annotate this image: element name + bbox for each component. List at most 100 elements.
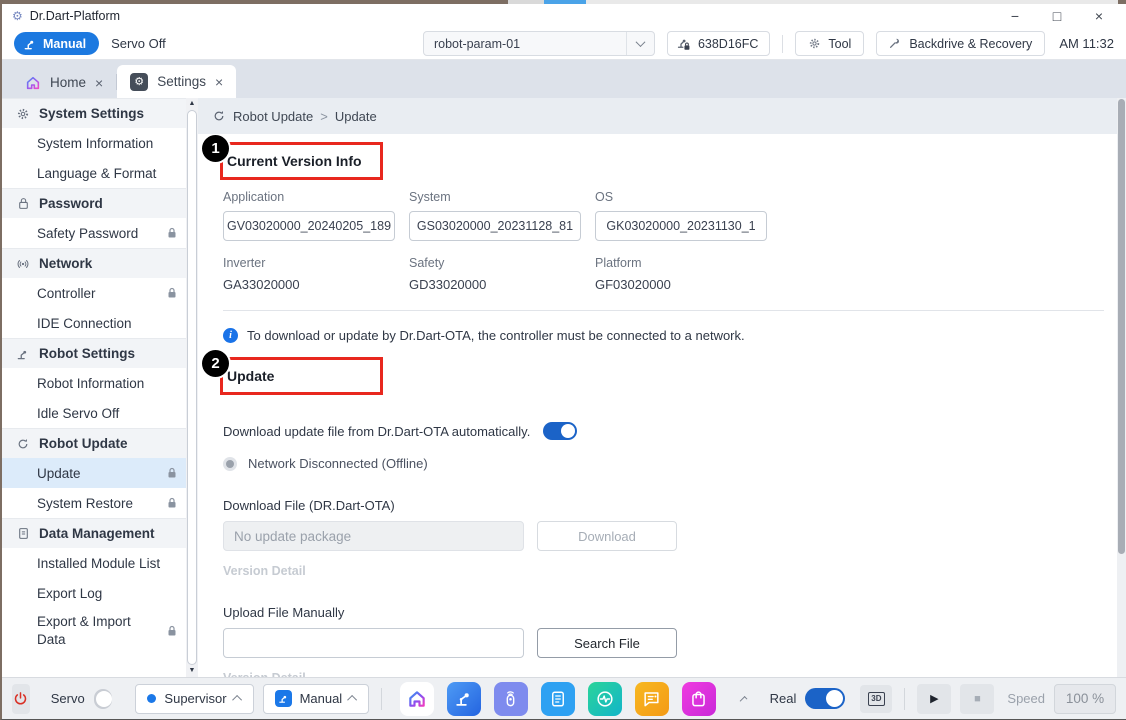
main-scrollbar-thumb[interactable] [1118,99,1125,554]
tab-home-close-icon[interactable]: × [95,76,103,90]
sidebar-scrollbar-thumb[interactable] [187,110,197,665]
sidebar-item-robot-update[interactable]: Robot Update [2,428,186,458]
annotation-box-current-version: 1 Current Version Info [220,142,383,180]
mode-select[interactable]: Manual [263,684,370,714]
scroll-up-icon[interactable]: ▲ [189,99,196,109]
dock-monitoring-icon[interactable] [588,682,622,716]
simulator-3d-button[interactable]: 3D [860,685,892,713]
network-status-text: Network Disconnected (Offline) [248,456,428,471]
inverter-version-value: GA33020000 [223,277,395,292]
sidebar-item-controller[interactable]: Controller [2,278,186,308]
chevron-up-icon [347,695,357,705]
stop-icon: ■ [974,693,981,705]
servo-status-text: Servo Off [111,36,166,51]
document-icon [15,527,31,540]
os-version-value: GK03020000_20231130_1 [595,211,767,241]
download-button[interactable]: Download [537,521,677,551]
dock-expand-chevron-icon[interactable] [739,696,747,704]
user-role-select[interactable]: Supervisor [135,684,253,714]
section-divider [223,310,1104,311]
sidebar-item-system-restore[interactable]: System Restore [2,488,186,518]
minimize-button[interactable]: − [994,5,1036,27]
wrench-icon [889,37,902,50]
tool-button[interactable]: Tool [795,31,864,56]
tab-settings[interactable]: ⚙ Settings × [117,65,236,98]
tab-settings-close-icon[interactable]: × [215,75,223,89]
sidebar-item-installed-module-list[interactable]: Installed Module List [2,548,186,578]
sidebar-item-robot-information[interactable]: Robot Information [2,368,186,398]
refresh-icon [15,437,31,451]
sidebar-item-export-import-data[interactable]: Export & Import Data [2,608,186,654]
update-page-content: 1 Current Version Info Application GV030… [198,134,1126,677]
servo-label: Servo [51,691,85,706]
dock-robot-icon[interactable] [447,682,481,716]
lock-icon [166,467,178,479]
servo-toggle[interactable] [94,689,113,709]
window-title: Dr.Dart-Platform [30,9,120,23]
auto-download-toggle[interactable] [543,422,577,440]
version-detail-label-2: Version Detail [223,671,1126,677]
lock-icon [166,287,178,299]
dock-document-icon[interactable] [541,682,575,716]
dock-home-icon[interactable] [400,682,434,716]
gear-icon [808,37,821,50]
main-scrollbar[interactable] [1117,98,1126,677]
robot-lock-icon [676,36,691,51]
info-icon: i [223,328,238,343]
sidebar-item-system-settings[interactable]: System Settings [2,98,186,128]
info-message: To download or update by Dr.Dart-OTA, th… [247,328,745,343]
robot-arm-icon [15,347,31,361]
home-icon [25,75,41,91]
sidebar-item-language-format[interactable]: Language & Format [2,158,186,188]
dock-remote-icon[interactable] [494,682,528,716]
breadcrumb: Robot Update > Update [198,98,1126,134]
sidebar-item-network[interactable]: Network [2,248,186,278]
breadcrumb-section[interactable]: Robot Update [233,109,313,124]
lock-icon [15,197,31,210]
toolbar-divider [782,35,783,53]
safety-label: Safety [409,256,581,270]
stop-button[interactable]: ■ [960,684,994,714]
sidebar-item-password[interactable]: Password [2,188,186,218]
sidebar-item-update[interactable]: Update [2,458,186,488]
dock-store-icon[interactable] [682,682,716,716]
power-button[interactable] [12,684,30,714]
sidebar-scrollbar[interactable]: ▲ ▼ [186,98,198,677]
real-toggle[interactable] [805,688,845,709]
tab-home[interactable]: Home × [12,67,116,98]
play-icon: ▶ [930,692,938,705]
breadcrumb-page[interactable]: Update [335,109,377,124]
settings-sidebar: System Settings System Information Langu… [2,98,186,677]
sidebar-item-data-management[interactable]: Data Management [2,518,186,548]
sidebar-item-ide-connection[interactable]: IDE Connection [2,308,186,338]
platform-version-value: GF03020000 [595,277,767,292]
dock-message-icon[interactable] [635,682,669,716]
sidebar-item-export-log[interactable]: Export Log [2,578,186,608]
scroll-down-icon[interactable]: ▼ [189,666,196,676]
download-package-input[interactable] [223,521,524,551]
real-label: Real [770,691,797,706]
breadcrumb-separator: > [320,109,328,124]
close-button[interactable]: × [1078,5,1120,27]
title-bar: ⚙ Dr.Dart-Platform − □ × [2,4,1126,28]
upload-file-input[interactable] [223,628,524,658]
sidebar-item-robot-settings[interactable]: Robot Settings [2,338,186,368]
auto-download-label: Download update file from Dr.Dart-OTA au… [223,424,530,439]
backdrive-recovery-button[interactable]: Backdrive & Recovery [876,31,1045,56]
robot-param-select[interactable]: robot-param-01 [423,31,655,56]
sidebar-item-idle-servo-off[interactable]: Idle Servo Off [2,398,186,428]
maximize-button[interactable]: □ [1036,5,1078,27]
bottombar-divider [904,688,905,710]
sidebar-item-system-information[interactable]: System Information [2,128,186,158]
lock-icon [166,227,178,239]
app-window: ⚙ Dr.Dart-Platform − □ × Manual Servo Of… [0,0,1126,720]
settings-gear-icon: ⚙ [130,73,148,91]
search-file-button[interactable]: Search File [537,628,677,658]
robot-id-box[interactable]: 638D16FC [667,31,770,56]
safety-version-value: GD33020000 [409,277,581,292]
sidebar-item-safety-password[interactable]: Safety Password [2,218,186,248]
app-logo-icon: ⚙ [12,10,23,22]
chevron-up-icon [232,695,242,705]
manual-mode-button[interactable]: Manual [14,32,99,55]
play-button[interactable]: ▶ [917,684,951,714]
